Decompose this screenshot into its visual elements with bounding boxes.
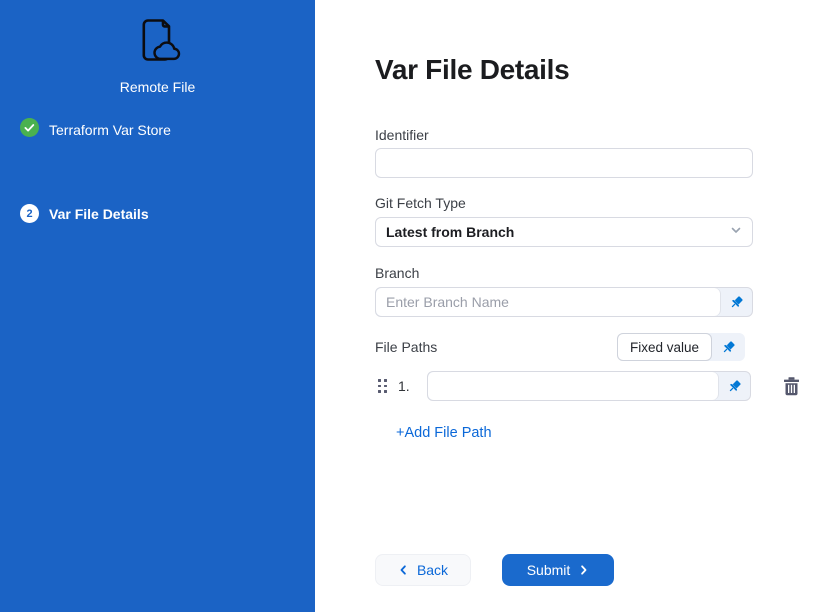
chevron-right-icon xyxy=(578,564,589,576)
trash-icon xyxy=(782,376,801,396)
chevron-down-icon xyxy=(730,223,742,241)
chevron-left-icon xyxy=(398,564,409,576)
back-button-label: Back xyxy=(417,562,448,578)
pin-icon xyxy=(729,295,744,310)
file-paths-header: File Paths Fixed value xyxy=(375,333,753,361)
back-button[interactable]: Back xyxy=(375,554,471,586)
file-path-input-group xyxy=(427,371,751,401)
pin-icon xyxy=(721,340,736,355)
drag-handle-icon[interactable] xyxy=(378,379,387,393)
step-content-panel: Var File Details Identifier Git Fetch Ty… xyxy=(315,0,836,612)
fixed-value-button[interactable]: Fixed value xyxy=(617,333,712,361)
wizard-sidebar: Remote File Terraform Var Store 2 Var Fi… xyxy=(0,0,315,612)
file-path-row: 1. xyxy=(378,371,836,401)
branch-label: Branch xyxy=(375,265,753,281)
submit-button[interactable]: Submit xyxy=(502,554,614,586)
file-paths-multitype-control: Fixed value xyxy=(617,333,745,361)
branch-input[interactable] xyxy=(376,288,720,316)
git-fetch-type-select[interactable]: Latest from Branch xyxy=(375,217,753,247)
identifier-label: Identifier xyxy=(375,127,753,143)
delete-file-path-button[interactable] xyxy=(782,376,801,396)
identifier-input[interactable] xyxy=(375,148,753,178)
branch-runtime-pin-button[interactable] xyxy=(720,288,752,316)
wizard-footer: Back Submit xyxy=(375,554,836,586)
step-number-badge: 2 xyxy=(20,204,39,223)
plus-icon: + xyxy=(396,425,404,441)
sidebar-step-var-file-details[interactable]: 2 Var File Details xyxy=(0,204,315,223)
git-fetch-type-value: Latest from Branch xyxy=(386,224,730,240)
file-paths-label: File Paths xyxy=(375,339,437,355)
add-file-path-link[interactable]: +Add File Path xyxy=(396,425,492,441)
page-title: Var File Details xyxy=(375,52,836,88)
git-fetch-type-label: Git Fetch Type xyxy=(375,195,753,211)
sidebar-step-terraform-var-store[interactable]: Terraform Var Store xyxy=(0,118,315,142)
var-file-form: Identifier Git Fetch Type Latest from Br… xyxy=(375,127,753,361)
branch-input-group xyxy=(375,287,753,317)
add-file-path-label: Add File Path xyxy=(404,425,491,441)
step-label: Var File Details xyxy=(49,206,149,222)
remote-file-icon xyxy=(135,16,181,69)
file-paths-runtime-pin-button[interactable] xyxy=(712,333,745,361)
file-path-input[interactable] xyxy=(428,372,718,400)
step-list: Terraform Var Store 2 Var File Details xyxy=(0,118,315,223)
module-header: Remote File xyxy=(0,16,315,95)
submit-button-label: Submit xyxy=(527,562,571,578)
pin-icon xyxy=(727,379,742,394)
step-label: Terraform Var Store xyxy=(49,122,171,138)
module-label: Remote File xyxy=(120,79,195,95)
check-circle-icon xyxy=(20,118,39,142)
file-path-row-index: 1. xyxy=(398,378,412,394)
file-path-runtime-pin-button[interactable] xyxy=(718,372,750,400)
